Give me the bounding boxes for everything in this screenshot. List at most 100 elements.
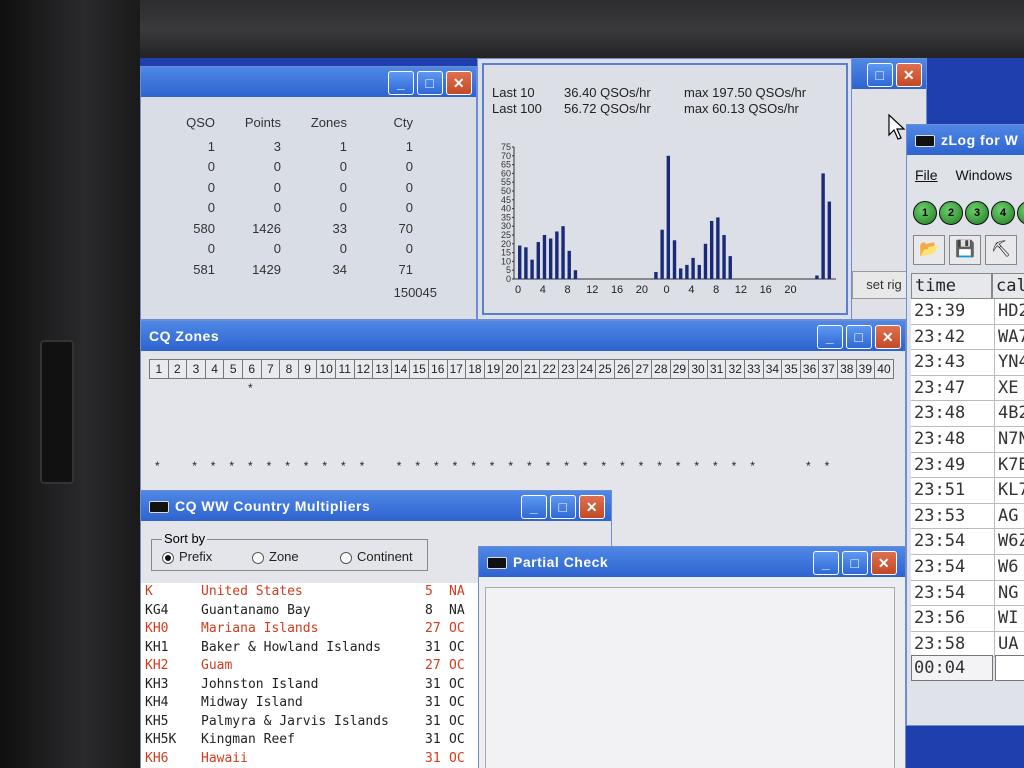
zone-cell[interactable]: 31 [707,359,727,379]
log-row[interactable]: 23:484B2 [911,401,1024,427]
zone-cell[interactable]: 23 [559,359,578,379]
zone-cell[interactable]: 12 [354,359,374,379]
log-row[interactable]: 23:53 AG [911,503,1024,530]
country-row[interactable]: KG4 Guantanamo Bay 8 NA [141,602,481,621]
log-row[interactable]: 23:54W6Z [911,529,1024,555]
log-row[interactable]: 23:39HD2 [911,299,1024,325]
zone-cell[interactable]: 1 [149,359,169,379]
country-row[interactable]: KH6 Hawaii 31 OC [141,750,481,768]
open-folder-icon[interactable]: 📂 [913,235,945,265]
zone-cell[interactable]: 16 [428,359,448,379]
zone-cell[interactable]: 18 [466,359,485,379]
country-row[interactable]: KH3 Johnston Island 31 OC [141,676,481,695]
zone-cell[interactable]: 8 [280,359,299,379]
zone-cell[interactable]: 27 [633,359,653,379]
band-button[interactable]: 2 [939,201,963,225]
minimize-button[interactable]: _ [521,495,547,519]
zone-cell[interactable]: 7 [261,359,281,379]
menu-file[interactable]: File [915,167,938,183]
maximize-button[interactable]: □ [550,495,576,519]
sort-zone-radio[interactable]: Zone [252,549,299,564]
country-row[interactable]: KH1 Baker & Howland Islands 31 OC [141,639,481,658]
zone-cell[interactable]: 15 [410,359,429,379]
maximize-button[interactable]: □ [867,63,893,87]
zone-cell[interactable]: 2 [168,359,188,379]
zone-cell[interactable]: 32 [726,359,745,379]
zone-cell[interactable]: 13 [373,359,392,379]
zone-cell[interactable]: 17 [447,359,467,379]
zone-cell[interactable]: 28 [652,359,671,379]
minimize-button[interactable]: _ [817,325,843,349]
zone-cell[interactable]: 30 [689,359,708,379]
cq-zones-titlebar[interactable]: CQ Zones _ □ ✕ [141,321,905,351]
save-icon[interactable]: 💾 [949,235,981,265]
close-button[interactable]: ✕ [579,495,605,519]
country-row[interactable]: K United States 5 NA [141,583,481,602]
close-button[interactable]: ✕ [875,325,901,349]
band-button[interactable]: 3 [965,201,989,225]
zlog-titlebar[interactable]: zLog for W [907,125,1024,155]
log-row[interactable]: 23:48N7N [911,426,1024,453]
zone-cell[interactable]: 19 [484,359,504,379]
zone-cell[interactable]: 11 [335,359,355,379]
zone-cell[interactable]: 34 [763,359,783,379]
zone-cell[interactable]: 39 [856,359,876,379]
tool-icon[interactable]: ⛏ [985,235,1017,265]
log-row[interactable]: 23:47 XE [911,375,1024,402]
zone-cell[interactable]: 14 [391,359,411,379]
country-list[interactable]: K United States 5 NA KG4 Guantanamo Bay 8 NA KH0… [141,583,481,768]
close-button[interactable]: ✕ [871,551,897,575]
sort-prefix-radio[interactable]: Prefix [162,549,212,564]
zone-cell[interactable]: 26 [614,359,634,379]
background-titlebar[interactable]: □ ✕ [852,59,926,89]
country-row[interactable]: KH5 Palmyra & Jarvis Islands 31 OC [141,713,481,732]
band-button[interactable]: 5 [1017,201,1024,225]
partial-check-titlebar[interactable]: Partial Check _ □ ✕ [479,547,905,577]
zone-cell[interactable]: 3 [187,359,206,379]
log-row[interactable]: 23:54 W6 [911,554,1024,581]
zone-cell[interactable]: 21 [521,359,541,379]
close-button[interactable]: ✕ [896,63,922,87]
col-call[interactable]: cal [992,273,1024,299]
country-row[interactable]: KH4 Midway Island 31 OC [141,694,481,713]
zone-cell[interactable]: 24 [577,359,597,379]
zone-cell[interactable]: 36 [800,359,820,379]
sort-continent-radio[interactable]: Continent [340,549,413,564]
zone-cell[interactable]: 37 [819,359,838,379]
log-row[interactable]: 23:42WA7 [911,324,1024,351]
minimize-button[interactable]: _ [388,71,414,95]
zone-cell[interactable]: 35 [782,359,801,379]
zone-cell[interactable]: 33 [745,359,764,379]
log-row[interactable]: 23:51KL7 [911,478,1024,504]
log-row[interactable]: 23:43YN4 [911,350,1024,376]
zone-cell[interactable]: 5 [224,359,243,379]
col-time[interactable]: time [911,273,992,299]
country-row[interactable]: KH0 Mariana Islands 27 OC [141,620,481,639]
zone-cell[interactable]: 22 [540,359,560,379]
zone-cell[interactable]: 29 [670,359,690,379]
zone-cell[interactable]: 40 [875,359,894,379]
maximize-button[interactable]: □ [842,551,868,575]
country-row[interactable]: KH2 Guam 27 OC [141,657,481,676]
partial-check-list[interactable] [485,587,895,768]
maximize-button[interactable]: □ [846,325,872,349]
zone-cell[interactable]: 9 [298,359,318,379]
country-row[interactable]: KH5K Kingman Reef 31 OC [141,731,481,750]
country-multipliers-titlebar[interactable]: CQ WW Country Multipliers _ □ ✕ [141,491,611,521]
zone-cell[interactable]: 25 [596,359,615,379]
zone-cell[interactable]: 6 [242,359,262,379]
zone-cell[interactable]: 20 [503,359,522,379]
band-button[interactable]: 1 [913,201,937,225]
close-button[interactable]: ✕ [446,71,472,95]
zone-cell[interactable]: 38 [837,359,857,379]
minimize-button[interactable]: _ [813,551,839,575]
menu-windows[interactable]: Windows [955,167,1012,183]
score-titlebar[interactable]: _ □ ✕ [141,67,476,97]
band-button[interactable]: 4 [991,201,1015,225]
log-list[interactable]: 23:39HD223:42WA723:43YN423:47XE23:484B22… [911,299,1024,658]
log-row[interactable]: 23:58 UA [911,631,1024,658]
log-row[interactable]: 23:49K7B [911,452,1024,479]
zone-cell[interactable]: 10 [317,359,336,379]
maximize-button[interactable]: □ [417,71,443,95]
log-row[interactable]: 23:56 WI [911,606,1024,632]
